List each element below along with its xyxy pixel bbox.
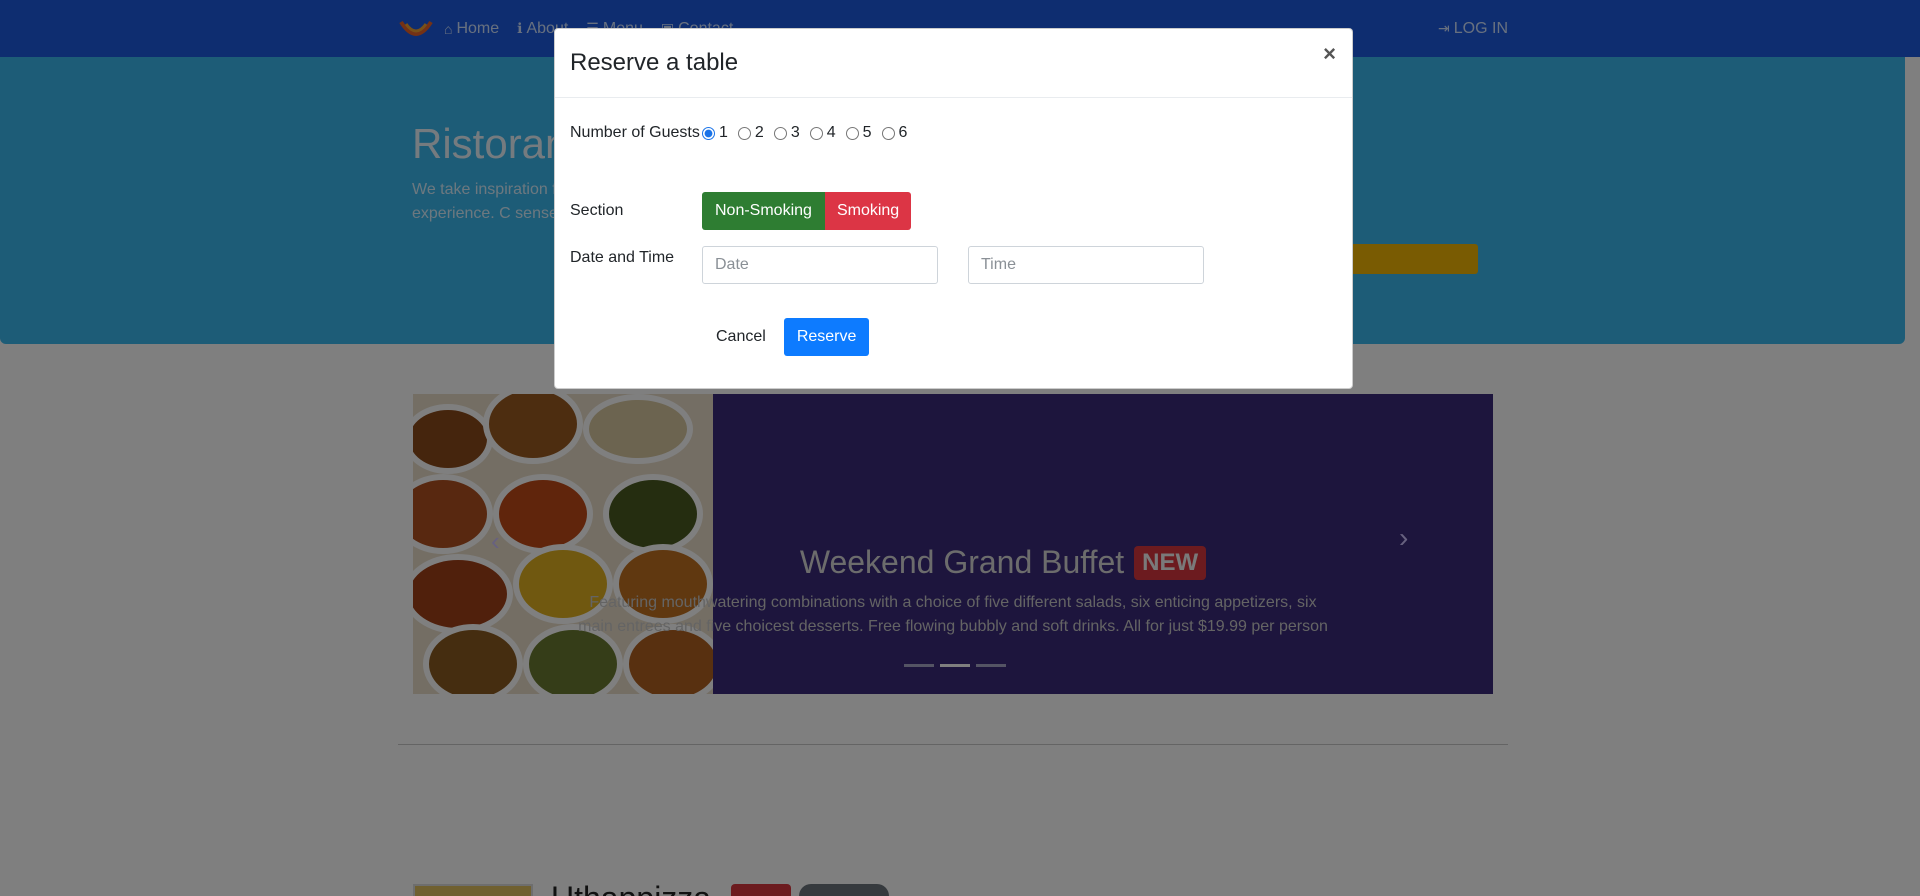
modal-title: Reserve a table bbox=[570, 49, 739, 76]
guest-radio-5[interactable] bbox=[845, 126, 859, 140]
guest-option-6[interactable]: 6 bbox=[881, 124, 908, 142]
guest-option-3[interactable]: 3 bbox=[773, 124, 800, 142]
datetime-label: Date and Time bbox=[570, 249, 675, 266]
guest-option-1-label: 1 bbox=[719, 124, 728, 141]
guests-radio-group: 1 2 3 4 5 6 bbox=[702, 121, 917, 145]
reserve-button[interactable]: Reserve bbox=[783, 318, 870, 356]
guest-radio-3[interactable] bbox=[773, 126, 787, 140]
modal-header: Reserve a table × bbox=[555, 29, 1352, 98]
non-smoking-button[interactable]: Non-Smoking bbox=[702, 192, 825, 230]
guest-option-3-label: 3 bbox=[790, 124, 800, 141]
guest-radio-1[interactable] bbox=[702, 126, 715, 140]
guest-option-5-label: 5 bbox=[862, 124, 872, 141]
guest-option-4-label: 4 bbox=[826, 124, 836, 141]
date-field[interactable] bbox=[702, 246, 938, 284]
datetime-row: Date and Time bbox=[570, 246, 1234, 284]
guest-option-2[interactable]: 2 bbox=[737, 124, 764, 142]
guest-radio-4[interactable] bbox=[809, 126, 823, 140]
guests-label: Number of Guests bbox=[570, 124, 700, 141]
guest-option-1[interactable]: 1 bbox=[702, 124, 728, 142]
time-field[interactable] bbox=[968, 246, 1204, 284]
guest-option-6-label: 6 bbox=[898, 124, 908, 141]
guest-option-2-label: 2 bbox=[754, 124, 764, 141]
smoking-button[interactable]: Smoking bbox=[824, 192, 912, 230]
section-row: Section Non-Smoking Smoking bbox=[570, 192, 912, 230]
guest-option-5[interactable]: 5 bbox=[845, 124, 872, 142]
guest-option-4[interactable]: 4 bbox=[809, 124, 836, 142]
guest-radio-6[interactable] bbox=[881, 126, 895, 140]
section-toggle: Non-Smoking Smoking bbox=[702, 192, 912, 230]
guests-row: Number of Guests 1 2 3 4 5 6 bbox=[570, 121, 917, 145]
actions-row: Cancel Reserve bbox=[570, 318, 870, 356]
reserve-table-modal: Reserve a table × Number of Guests 1 2 3… bbox=[554, 28, 1353, 389]
cancel-button[interactable]: Cancel bbox=[702, 318, 780, 356]
close-icon[interactable]: × bbox=[1323, 43, 1336, 65]
section-label: Section bbox=[570, 202, 624, 219]
guest-radio-2[interactable] bbox=[737, 126, 751, 140]
